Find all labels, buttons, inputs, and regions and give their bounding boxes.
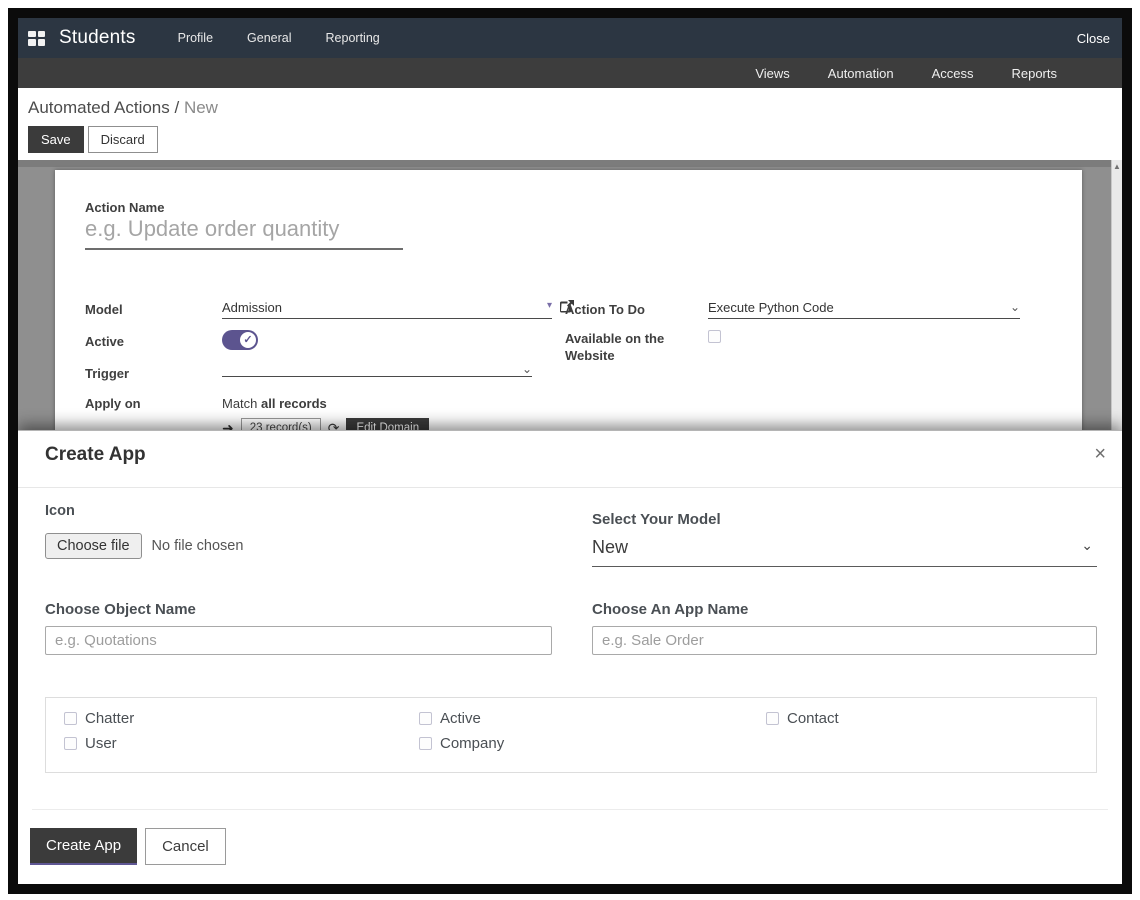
trigger-select[interactable]: ⌄ <box>222 362 532 377</box>
toggle-check-icon: ✓ <box>240 332 256 348</box>
modal-footer: Create App Cancel <box>30 828 226 865</box>
choose-file-button[interactable]: Choose file <box>45 533 142 559</box>
tab-automation[interactable]: Automation <box>809 61 913 86</box>
cancel-button[interactable]: Cancel <box>145 828 226 865</box>
checkbox-box-icon[interactable] <box>419 712 432 725</box>
model-value: Admission <box>222 300 282 315</box>
select-model-value: New <box>592 537 628 557</box>
action-to-do-value: Execute Python Code <box>708 300 834 315</box>
apps-grid-icon[interactable] <box>28 31 45 46</box>
available-website-label: Available on the Website <box>565 330 665 364</box>
action-to-do-chevron-icon: ⌄ <box>1010 300 1020 314</box>
select-model-dropdown[interactable]: ⌄ New <box>592 537 1097 567</box>
action-to-do-label: Action To Do <box>565 302 645 317</box>
close-studio-button[interactable]: Close <box>1077 31 1110 46</box>
modal-close-icon[interactable]: × <box>1094 443 1106 466</box>
tab-reports[interactable]: Reports <box>992 61 1076 86</box>
checkbox-contact-label: Contact <box>787 710 839 727</box>
app-title: Students <box>59 27 136 49</box>
app-menu: Profile General Reporting <box>162 25 396 51</box>
app-name-input[interactable] <box>592 626 1097 655</box>
model-caret-icon[interactable]: ▾ <box>547 300 552 311</box>
create-app-modal: Create App × Icon Choose file No file ch… <box>18 430 1122 884</box>
checkbox-active-label: Active <box>440 710 481 727</box>
file-status-text: No file chosen <box>152 538 244 554</box>
breadcrumb-separator: / <box>170 98 184 117</box>
tab-views[interactable]: Views <box>736 61 808 86</box>
checkbox-chatter-label: Chatter <box>85 710 134 727</box>
checkbox-box-icon[interactable] <box>419 737 432 750</box>
create-app-button[interactable]: Create App <box>30 828 137 865</box>
trigger-chevron-icon: ⌄ <box>522 362 532 376</box>
checkbox-company-label: Company <box>440 735 504 752</box>
workspace-top-strip <box>18 160 1122 167</box>
modal-title: Create App <box>45 444 146 466</box>
checkbox-contact[interactable]: Contact <box>766 710 839 727</box>
top-navbar: Students Profile General Reporting Close <box>18 18 1122 58</box>
features-panel: Chatter User Active Company Contact <box>45 697 1097 773</box>
file-upload-row: Choose file No file chosen <box>45 533 243 559</box>
scrollbar-up-icon[interactable]: ▲ <box>1112 160 1122 171</box>
active-label: Active <box>85 334 124 349</box>
discard-button[interactable]: Discard <box>88 126 158 153</box>
control-panel: Automated Actions / New Save Discard <box>18 88 1122 160</box>
model-label: Model <box>85 302 123 317</box>
app-name-label: Choose An App Name <box>592 601 748 618</box>
trigger-label: Trigger <box>85 366 129 381</box>
action-to-do-select[interactable]: Execute Python Code ⌄ <box>708 300 1020 319</box>
icon-label: Icon <box>45 503 75 519</box>
breadcrumb-current: New <box>184 98 218 117</box>
breadcrumb-parent[interactable]: Automated Actions <box>28 98 170 117</box>
checkbox-active[interactable]: Active <box>419 710 504 727</box>
breadcrumb: Automated Actions / New <box>28 98 218 118</box>
checkbox-user[interactable]: User <box>64 735 134 752</box>
object-name-label: Choose Object Name <box>45 601 196 618</box>
match-prefix: Match <box>222 396 261 411</box>
checkbox-box-icon[interactable] <box>64 712 77 725</box>
action-name-label: Action Name <box>85 200 164 215</box>
modal-header-divider <box>18 487 1122 488</box>
app-window: Students Profile General Reporting Close… <box>8 8 1132 894</box>
modal-footer-divider <box>32 809 1108 810</box>
apply-on-label: Apply on <box>85 396 141 411</box>
checkbox-box-icon[interactable] <box>766 712 779 725</box>
match-bold: all records <box>261 396 327 411</box>
select-model-label: Select Your Model <box>592 511 721 528</box>
object-name-input[interactable] <box>45 626 552 655</box>
apply-on-summary: Match all records <box>222 396 327 411</box>
menu-general[interactable]: General <box>231 25 307 51</box>
checkbox-chatter[interactable]: Chatter <box>64 710 134 727</box>
active-toggle[interactable]: ✓ <box>222 330 258 350</box>
studio-toolbar: Views Automation Access Reports <box>18 58 1122 88</box>
menu-reporting[interactable]: Reporting <box>310 25 396 51</box>
checkbox-company[interactable]: Company <box>419 735 504 752</box>
menu-profile[interactable]: Profile <box>162 25 229 51</box>
checkbox-box-icon[interactable] <box>64 737 77 750</box>
available-website-checkbox[interactable] <box>708 330 721 343</box>
model-field[interactable]: Admission ▾ <box>222 300 552 319</box>
tab-access[interactable]: Access <box>913 61 993 86</box>
select-model-chevron-icon: ⌄ <box>1081 537 1093 554</box>
save-button[interactable]: Save <box>28 126 84 153</box>
action-name-input[interactable] <box>85 214 403 250</box>
checkbox-user-label: User <box>85 735 117 752</box>
